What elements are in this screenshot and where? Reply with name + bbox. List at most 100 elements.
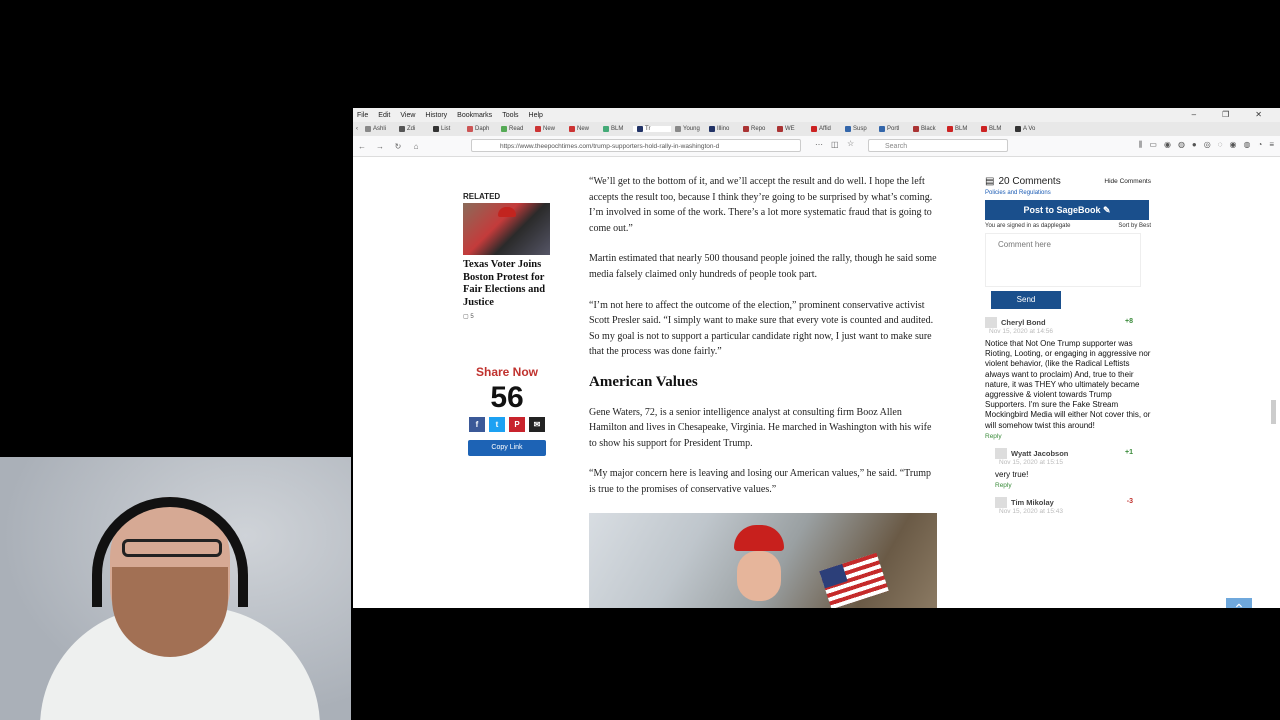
send-button[interactable]: Send <box>991 291 1061 309</box>
menu-bar: File Edit View History Bookmarks Tools H… <box>353 108 1280 122</box>
section-heading: American Values <box>589 373 698 390</box>
browser-tab[interactable]: List <box>429 126 463 132</box>
menu-view[interactable]: View <box>400 112 415 119</box>
browser-tab[interactable]: A Vo <box>1011 126 1045 132</box>
comments-icon: ▤ <box>985 176 995 187</box>
social-buttons: f t P ✉ <box>466 417 548 432</box>
menu-history[interactable]: History <box>425 112 447 119</box>
hamburger-menu-icon[interactable]: ≡ <box>1269 140 1274 150</box>
page-content: RELATED Texas Voter Joins Boston Protest… <box>353 170 1280 608</box>
toolbar-icons: ⫼ ▭ ◉ ◍ ● ◎ ◌ ◉ ◍ ◔ ≡ <box>1139 140 1274 150</box>
browser-tab[interactable]: Tr <box>633 126 671 132</box>
page-scrollbar[interactable] <box>1268 170 1280 608</box>
extension-icon[interactable]: ◍ <box>1244 140 1251 150</box>
menu-file[interactable]: File <box>357 112 368 119</box>
browser-tab[interactable]: Zdi <box>395 126 429 132</box>
menu-edit[interactable]: Edit <box>378 112 390 119</box>
browser-tab[interactable]: Illino <box>705 126 739 132</box>
browser-tab[interactable]: Portl <box>875 126 909 132</box>
post-to-sagebook-button[interactable]: Post to SageBook ✎ <box>985 200 1149 220</box>
extension-icon[interactable]: ◉ <box>1164 140 1171 150</box>
favicon-icon <box>433 126 439 132</box>
facebook-icon[interactable]: f <box>469 417 485 432</box>
comment-score: -3 <box>1126 498 1133 506</box>
browser-tab[interactable]: Young <box>671 126 705 132</box>
parler-icon[interactable]: P <box>509 417 525 432</box>
tab-label: Daph <box>475 126 490 132</box>
forward-icon[interactable]: → <box>371 142 389 151</box>
browser-tab[interactable]: New <box>531 126 565 132</box>
close-window-icon[interactable]: ✕ <box>1255 110 1262 119</box>
tab-scroll-left-icon[interactable]: ‹ <box>353 126 361 132</box>
browser-tab[interactable]: Black <box>909 126 943 132</box>
search-bar[interactable]: Search <box>868 139 1008 152</box>
bookmark-star-icon[interactable]: ☆ <box>847 139 854 148</box>
browser-tab[interactable]: BLM <box>943 126 977 132</box>
menu-help[interactable]: Help <box>529 112 543 119</box>
tab-label: BLM <box>611 126 624 132</box>
tab-label: Repo <box>751 126 766 132</box>
comment-author[interactable]: Tim Mikolay <box>1011 498 1054 507</box>
favicon-icon <box>569 126 575 132</box>
comment-author[interactable]: Wyatt Jacobson <box>1011 449 1068 458</box>
account-icon[interactable]: ◔ <box>1257 140 1262 150</box>
minimize-icon[interactable]: – <box>1192 110 1196 119</box>
browser-tab[interactable]: Repo <box>739 126 773 132</box>
hide-comments-button[interactable]: Hide Comments <box>1104 178 1151 185</box>
browser-tab[interactable]: Susp <box>841 126 875 132</box>
mouse-cursor-icon: ➤ <box>363 323 372 334</box>
browser-tab[interactable]: Ashli <box>361 126 395 132</box>
comment-input[interactable]: Comment here <box>985 233 1141 287</box>
feather-icon: ✎ <box>1102 205 1111 215</box>
browser-tab[interactable]: Read <box>497 126 531 132</box>
related-title[interactable]: Texas Voter Joins Boston Protest for Fai… <box>463 259 553 309</box>
sort-dropdown[interactable]: Sort by Best <box>1118 223 1151 229</box>
signed-in-text: You are signed in as dapplegate <box>985 223 1071 229</box>
menu-tools[interactable]: Tools <box>502 112 518 119</box>
browser-tab[interactable]: Affid <box>807 126 841 132</box>
more-actions-icon[interactable]: ⋯ <box>815 140 823 149</box>
extension-icon[interactable]: ◍ <box>1178 140 1185 150</box>
extension-icon[interactable]: ◌ <box>1218 140 1223 150</box>
extension-icon[interactable]: ● <box>1192 140 1197 150</box>
paragraph: Martin estimated that nearly 500 thousan… <box>589 253 937 280</box>
comment-score: +8 <box>1125 318 1133 325</box>
favicon-icon <box>811 126 817 132</box>
extension-icon[interactable]: ◉ <box>1230 140 1237 150</box>
pocket-icon[interactable]: ◫ <box>831 140 839 149</box>
tab-label: WE <box>785 126 795 132</box>
avatar <box>985 317 997 328</box>
comment-author[interactable]: Cheryl Bond <box>1001 318 1046 327</box>
twitter-icon[interactable]: t <box>489 417 505 432</box>
url-bar[interactable]: https://www.theepochtimes.com/trump-supp… <box>471 139 801 152</box>
comment-date: Nov 15, 2020 at 14:56 <box>989 328 1053 335</box>
restore-icon[interactable]: ❐ <box>1222 110 1229 119</box>
comment-item: Tim Mikolay -3 Nov 15, 2020 at 15:43 <box>995 497 1151 515</box>
browser-tab[interactable]: Daph <box>463 126 497 132</box>
email-icon[interactable]: ✉ <box>529 417 545 432</box>
article-photo <box>589 512 937 608</box>
home-icon[interactable]: ⌂ <box>407 142 425 151</box>
comment-count: 20 Comments <box>998 176 1061 187</box>
paragraph: “I’m not here to affect the outcome of t… <box>589 299 934 358</box>
browser-tab[interactable]: WE <box>773 126 807 132</box>
policies-link[interactable]: Policies and Regulations <box>985 190 1151 196</box>
browser-tab[interactable]: BLM <box>977 126 1011 132</box>
browser-tab[interactable]: BLM <box>599 126 633 132</box>
reply-link[interactable]: Reply <box>995 482 1151 489</box>
extension-icon[interactable]: ◎ <box>1204 140 1211 150</box>
comment-date: Nov 15, 2020 at 15:15 <box>999 458 1063 466</box>
library-icon[interactable]: ⫼ <box>1139 140 1143 150</box>
menu-bookmarks[interactable]: Bookmarks <box>457 112 492 119</box>
comment-score: +1 <box>1125 448 1133 456</box>
favicon-icon <box>947 126 953 132</box>
tab-label: Ashli <box>373 126 387 132</box>
copy-link-button[interactable]: Copy Link <box>468 440 546 456</box>
back-icon[interactable]: ← <box>353 142 371 151</box>
reply-link[interactable]: Reply <box>985 433 1151 440</box>
scroll-to-top-button[interactable]: ⌃ <box>1226 598 1252 608</box>
related-image[interactable] <box>463 203 550 255</box>
reload-icon[interactable]: ↻ <box>389 142 407 151</box>
browser-tab[interactable]: New <box>565 126 599 132</box>
sidebar-icon[interactable]: ▭ <box>1149 140 1157 150</box>
